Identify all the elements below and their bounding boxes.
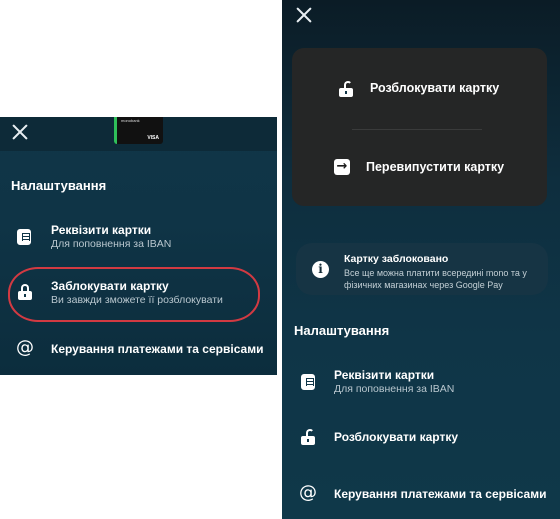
right-screen: Розблокувати картку → Перевипустити карт… [282, 0, 560, 519]
close-icon[interactable] [12, 124, 28, 140]
card-actions-popup: Розблокувати картку → Перевипустити карт… [292, 48, 547, 206]
unlock-icon [339, 81, 353, 97]
document-icon [17, 229, 31, 245]
left-screen: monobank VISA Налаштування Реквізити кар… [0, 117, 277, 375]
settings-item-title: Реквізити картки [334, 368, 435, 382]
popup-divider [352, 129, 482, 130]
notice-text: Все ще можна платити всередині mono та у… [344, 268, 527, 290]
settings-item-payments-services[interactable]: @ Керування платежами та сервісами [282, 479, 560, 509]
popup-item-reissue-card[interactable]: → Перевипустити картку [292, 144, 547, 190]
card-network-label: VISA [147, 135, 159, 141]
card-blocked-notice: i Картку заблоковано Все ще можна платит… [296, 243, 548, 295]
arrow-right-box-icon: → [334, 159, 350, 175]
settings-item-subtitle: Для поповнення за IBAN [51, 238, 172, 250]
settings-item-title: Керування платежами та сервісами [51, 342, 264, 356]
notice-title: Картку заблоковано [344, 253, 449, 265]
settings-item-card-details[interactable]: Реквізити картки Для поповнення за IBAN [0, 217, 277, 259]
highlight-annotation [8, 267, 260, 322]
settings-item-payments-services[interactable]: @ Керування платежами та сервісами [0, 335, 277, 365]
at-sign-icon: @ [299, 482, 317, 503]
popup-item-label: Перевипустити картку [366, 160, 505, 174]
settings-item-title: Реквізити картки [51, 223, 152, 237]
settings-title: Налаштування [11, 178, 107, 193]
settings-item-card-details[interactable]: Реквізити картки Для поповнення за IBAN [282, 362, 560, 400]
settings-title: Налаштування [294, 323, 390, 338]
close-icon[interactable] [296, 7, 312, 23]
settings-item-unblock-card[interactable]: Розблокувати картку [282, 423, 560, 453]
settings-item-title: Керування платежами та сервісами [334, 487, 547, 501]
document-icon [301, 374, 315, 390]
unlock-icon [301, 429, 315, 445]
settings-item-subtitle: Для поповнення за IBAN [334, 383, 455, 395]
card-bank-label: monobank [121, 118, 140, 123]
card-thumbnail[interactable]: monobank VISA [114, 117, 163, 144]
popup-item-unblock-card[interactable]: Розблокувати картку [292, 66, 547, 112]
info-icon: i [312, 261, 329, 278]
at-sign-icon: @ [16, 337, 34, 358]
popup-item-label: Розблокувати картку [370, 81, 500, 95]
settings-item-title: Розблокувати картку [334, 430, 459, 444]
